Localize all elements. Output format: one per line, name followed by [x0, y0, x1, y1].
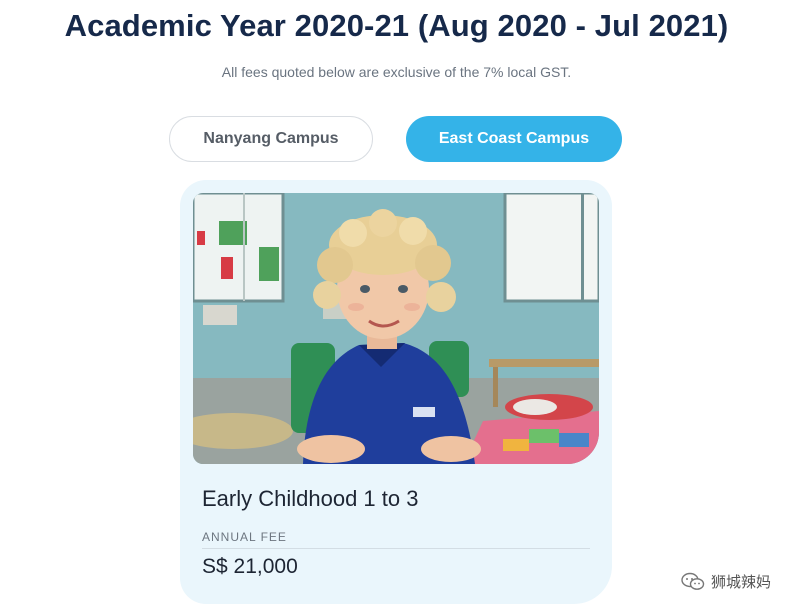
tab-nanyang-campus[interactable]: Nanyang Campus [169, 116, 373, 162]
tab-east-coast-campus[interactable]: East Coast Campus [406, 116, 622, 162]
fee-divider [202, 548, 590, 549]
program-photo [193, 193, 599, 464]
program-name: Early Childhood 1 to 3 [202, 486, 419, 511]
fee-card: Early Childhood 1 to 3 ANNUAL FEE S$ 21,… [180, 180, 612, 604]
watermark-text: 狮城辣妈 [710, 574, 771, 591]
page-title: Academic Year 2020-21 (Aug 2020 - Jul 20… [64, 8, 729, 43]
gst-note: All fees quoted below are exclusive of t… [221, 64, 572, 80]
watermark: 狮城辣妈 [681, 571, 771, 592]
wechat-icon [681, 572, 705, 592]
tab-east-coast-campus-label: East Coast Campus [438, 130, 590, 147]
tab-nanyang-campus-label: Nanyang Campus [203, 130, 339, 147]
fees-page: Academic Year 2020-21 (Aug 2020 - Jul 20… [0, 0, 793, 614]
annual-fee-label: ANNUAL FEE [202, 530, 287, 544]
annual-fee-value: S$ 21,000 [202, 555, 298, 578]
